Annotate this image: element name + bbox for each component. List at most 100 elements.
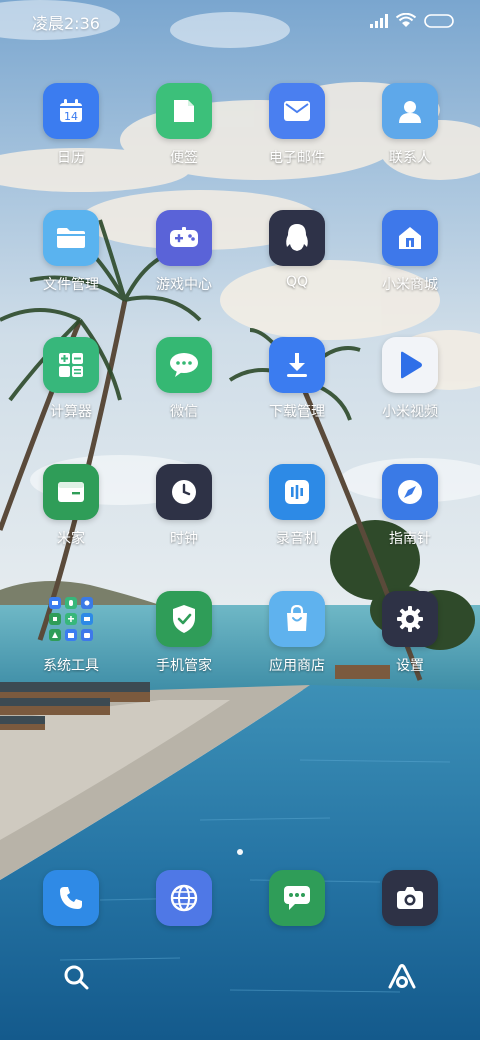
shield-icon [173,605,195,633]
dock-camera-wrap [382,870,438,926]
folder-system-tools[interactable]: 系统工具 [21,591,121,675]
app-app-store[interactable]: 应用商店 [247,591,347,675]
assistant-button[interactable] [387,964,417,994]
app-tile [269,210,325,266]
app-label: 系统工具 [43,658,99,674]
app-label: 米家 [57,531,85,547]
app-label: 游戏中心 [156,277,212,293]
app-email[interactable]: 电子邮件 [247,83,347,167]
app-tile [156,83,212,139]
app-tile [382,210,438,266]
messages-icon [284,886,310,910]
search-icon [64,965,89,990]
app-tile [269,83,325,139]
app-tile [43,210,99,266]
app-tile [269,337,325,393]
browser-globe-icon [170,884,198,912]
app-label: 文件管理 [43,277,99,293]
app-mi-store[interactable]: 小米商城 [360,210,460,294]
dock-messages-wrap [269,870,325,926]
app-label: 录音机 [276,531,318,547]
recorder-icon [285,480,309,504]
app-label: 便签 [170,150,198,166]
app-download-manager[interactable]: 下载管理 [247,337,347,421]
svg-text:14: 14 [64,110,78,123]
app-tile: 14 [43,83,99,139]
app-tile [382,591,438,647]
calendar-icon: 14 [60,99,82,123]
search-button[interactable] [63,964,89,994]
app-label: 日历 [57,150,85,166]
app-label: 电子邮件 [269,150,325,166]
folder-icon [57,228,85,248]
wechat-icon [170,353,198,377]
app-label: 微信 [170,404,198,420]
app-tile [156,464,212,520]
app-tile [43,464,99,520]
app-wechat[interactable]: 微信 [134,337,234,421]
dock-browser[interactable] [156,870,212,926]
calculator-icon [59,353,83,377]
app-mi-video[interactable]: 小米视频 [360,337,460,421]
app-file-manager[interactable]: 文件管理 [21,210,121,294]
app-tile [382,870,438,926]
app-tile [382,337,438,393]
app-tile [156,337,212,393]
compass-icon [398,480,422,504]
phone-icon [60,887,82,909]
app-security[interactable]: 手机管家 [134,591,234,675]
clock-icon [172,480,196,504]
app-label: 联系人 [389,150,431,166]
app-recorder[interactable]: 录音机 [247,464,347,548]
app-tile [382,83,438,139]
app-settings[interactable]: 设置 [360,591,460,675]
app-label: 设置 [396,658,424,674]
page-indicator [0,840,480,859]
app-game-center[interactable]: 游戏中心 [134,210,234,294]
page-dot-active [237,849,243,855]
note-icon [174,100,194,122]
app-calculator[interactable]: 计算器 [21,337,121,421]
app-compass[interactable]: 指南针 [360,464,460,548]
app-qq[interactable]: QQ [247,210,347,290]
app-tile [43,870,99,926]
app-tile [43,337,99,393]
app-label: 时钟 [170,531,198,547]
dock-messages[interactable] [269,870,325,926]
app-label: 手机管家 [156,658,212,674]
camera-icon [397,887,423,909]
app-label: 小米视频 [382,404,438,420]
download-icon [287,353,307,377]
app-label: 指南针 [389,531,431,547]
app-tile [269,870,325,926]
mijia-icon [58,482,84,502]
folder-tile [43,591,99,647]
app-tile [156,210,212,266]
settings-gear-icon [397,606,423,632]
play-icon [401,351,422,379]
app-calendar[interactable]: 14 日历 [21,83,121,167]
dock-camera[interactable] [382,870,438,926]
assistant-icon [388,964,416,989]
app-notes[interactable]: 便签 [134,83,234,167]
app-tile [156,870,212,926]
gamepad-icon [170,227,198,247]
app-contacts[interactable]: 联系人 [360,83,460,167]
qq-penguin-icon [286,224,308,251]
app-tile [382,464,438,520]
app-mijia[interactable]: 米家 [21,464,121,548]
app-label: 小米商城 [382,277,438,293]
mi-store-icon [399,227,421,249]
folder-grid-icon [49,597,93,641]
app-label: 应用商店 [269,658,325,674]
contacts-icon [399,101,421,123]
app-label: QQ [285,274,309,290]
dock-phone-wrap [43,870,99,926]
app-store-icon [287,605,307,631]
app-tile [269,591,325,647]
app-tile [269,464,325,520]
dock-browser-wrap [156,870,212,926]
dock-phone[interactable] [43,870,99,926]
app-tile [156,591,212,647]
app-clock[interactable]: 时钟 [134,464,234,548]
